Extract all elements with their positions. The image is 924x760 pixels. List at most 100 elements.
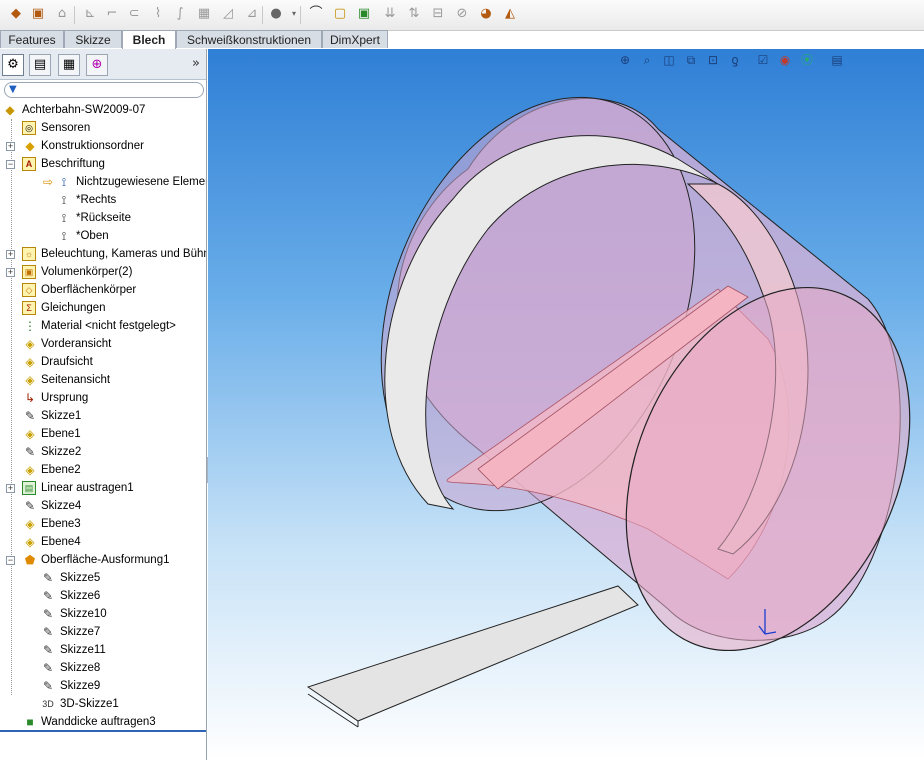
tree-item-label: Skizze6: [60, 590, 101, 602]
tree-item-skizze4[interactable]: ✎ Skizze4: [0, 497, 206, 515]
graphics-area[interactable]: ⊕ ⌕ ◫ ⧉ ⊡ ƍ ☑ ◉ ⦿ ▤: [208, 49, 924, 760]
simple-hole-icon[interactable]: ◕: [478, 6, 494, 22]
tree-item-ebene2[interactable]: ◈ Ebene2: [0, 461, 206, 479]
expand-plus-icon[interactable]: +: [6, 142, 15, 151]
tree-item-skizze10[interactable]: ✎ Skizze10: [0, 605, 206, 623]
tree-item-label: Wanddicke auftragen3: [41, 716, 156, 728]
expand-chevron-icon[interactable]: »: [192, 56, 200, 71]
plane-icon: ◈: [25, 337, 35, 351]
tree-item-ebene1[interactable]: ◈ Ebene1: [0, 425, 206, 443]
cross-break-icon[interactable]: ▦: [196, 6, 212, 22]
tree-item-root[interactable]: ◆ Achterbahn-SW2009-07: [0, 101, 206, 119]
tree-item-rechts[interactable]: ⟟ *Rechts: [0, 191, 206, 209]
tree-item-ebene4[interactable]: ◈ Ebene4: [0, 533, 206, 551]
tree-item-beleuchtung[interactable]: + ☼ Beleuchtung, Kameras und Bühne: [0, 245, 206, 263]
tree-item-3d-skizze1[interactable]: 3D 3D-Skizze1: [0, 695, 206, 713]
tree-item-skizze6[interactable]: ✎ Skizze6: [0, 587, 206, 605]
equations-icon: Σ: [22, 301, 36, 315]
tab-dimxpert[interactable]: DimXpert: [322, 30, 388, 48]
convert-icon[interactable]: ⌂: [54, 6, 70, 22]
annotation-view-icon: ⟟: [61, 229, 67, 243]
miter-flange-icon[interactable]: ⌐: [104, 6, 120, 22]
plane-icon: ◈: [25, 355, 35, 369]
vent-icon[interactable]: ◭: [502, 6, 518, 22]
tree-item-sensoren[interactable]: ◎ Sensoren: [0, 119, 206, 137]
sheet-metal-toolbar: ◆ ▣ ⌂ ⊾ ⌐ ⊂ ⌇ ∫ ▦ ◿ ⊿ ● ▾ ⌒ ▢ ▣ ⇊ ⇅ ⊟ ⊘ …: [0, 0, 924, 31]
tree-item-label: Skizze4: [41, 500, 82, 512]
solid-bodies-icon: ▣: [22, 265, 36, 279]
tree-item-volumenkoerper[interactable]: + ▣ Volumenkörper(2): [0, 263, 206, 281]
featuremanager-tab-icon[interactable]: ⚙: [2, 54, 24, 76]
tree-item-gleichungen[interactable]: Σ Gleichungen: [0, 299, 206, 317]
tree-item-seitenansicht[interactable]: ◈ Seitenansicht: [0, 371, 206, 389]
dimxpertmanager-tab-icon[interactable]: ⊕: [86, 54, 108, 76]
expand-plus-icon[interactable]: +: [6, 250, 15, 259]
edge-flange-icon[interactable]: ⊾: [82, 6, 98, 22]
tree-item-skizze2[interactable]: ✎ Skizze2: [0, 443, 206, 461]
tree-filter-input[interactable]: ▼: [4, 82, 204, 98]
tree-item-wanddicke-auftragen3[interactable]: ■ Wanddicke auftragen3: [0, 713, 206, 731]
expand-plus-icon[interactable]: +: [6, 484, 15, 493]
configurationmanager-tab-icon[interactable]: ▦: [58, 54, 80, 76]
propertymanager-tab-icon[interactable]: ▤: [29, 54, 51, 76]
welded-corner-icon[interactable]: ⊿: [244, 6, 260, 22]
tree-item-rueckseite[interactable]: ⟟ *Rückseite: [0, 209, 206, 227]
feature-tree: ◆ Achterbahn-SW2009-07 ◎ Sensoren + ◆ Ko…: [0, 101, 206, 731]
expand-plus-icon[interactable]: +: [6, 268, 15, 277]
sketch-icon: ✎: [42, 589, 54, 603]
collapse-minus-icon[interactable]: −: [6, 556, 15, 565]
tree-item-linear-austragen1[interactable]: + ▤ Linear austragen1: [0, 479, 206, 497]
base-flange-icon[interactable]: ▣: [30, 6, 46, 22]
tree-item-label: Skizze8: [60, 662, 101, 674]
thicken-icon: ■: [26, 715, 34, 729]
tree-item-label: Skizze5: [60, 572, 101, 584]
collapse-minus-icon[interactable]: −: [6, 160, 15, 169]
tree-item-skizze1[interactable]: ✎ Skizze1: [0, 407, 206, 425]
no-bends-icon[interactable]: ⇊: [382, 6, 398, 22]
sketched-bend-icon[interactable]: ∫: [172, 6, 188, 22]
insert-bends-icon[interactable]: ⇅: [406, 6, 422, 22]
forming-tool-icon[interactable]: ●: [268, 6, 284, 22]
tree-item-ebene3[interactable]: ◈ Ebene3: [0, 515, 206, 533]
tab-skizze[interactable]: Skizze: [64, 30, 122, 48]
sketch-icon: ✎: [42, 679, 54, 693]
tab-schweisskonstruktionen[interactable]: Schweißkonstruktionen: [176, 30, 322, 48]
tree-item-skizze9[interactable]: ✎ Skizze9: [0, 677, 206, 695]
unfold-icon[interactable]: ⌒: [308, 6, 324, 22]
tree-item-skizze7[interactable]: ✎ Skizze7: [0, 623, 206, 641]
panel-tabs: ⚙ ▤ ▦ ⊕ »: [0, 49, 206, 80]
tree-item-label: Beschriftung: [41, 158, 105, 170]
tree-item-oberflaechenkoerper[interactable]: ◇ Oberflächenkörper: [0, 281, 206, 299]
tree-item-label: Oberflächenkörper: [41, 284, 137, 296]
tree-item-material[interactable]: ⋮ Material <nicht festgelegt>: [0, 317, 206, 335]
closed-corner-icon[interactable]: ◿: [220, 6, 236, 22]
extruded-cut-icon[interactable]: ⊘: [454, 6, 470, 22]
tree-item-oben[interactable]: ⟟ *Oben: [0, 227, 206, 245]
tree-item-ursprung[interactable]: ↳ Ursprung: [0, 389, 206, 407]
jog-icon[interactable]: ⌇: [150, 6, 166, 22]
fold-icon[interactable]: ▢: [332, 6, 348, 22]
tree-item-draufsicht[interactable]: ◈ Draufsicht: [0, 353, 206, 371]
tree-item-skizze5[interactable]: ✎ Skizze5: [0, 569, 206, 587]
arrow-right-icon: ⇨: [42, 175, 54, 189]
tree-item-label: Draufsicht: [41, 356, 93, 368]
tree-item-label: *Rechts: [76, 194, 117, 206]
toolbar-separator: [74, 6, 75, 24]
tab-features[interactable]: Features: [0, 30, 64, 48]
hem-icon[interactable]: ⊂: [126, 6, 142, 22]
tab-blech[interactable]: Blech: [122, 30, 176, 49]
plane-icon: ◈: [25, 463, 35, 477]
tree-item-label: Volumenkörper(2): [41, 266, 133, 278]
tree-item-beschriftung[interactable]: − A Beschriftung: [0, 155, 206, 173]
tree-item-konstruktionsordner[interactable]: + ◆ Konstruktionsordner: [0, 137, 206, 155]
tree-item-skizze11[interactable]: ✎ Skizze11: [0, 641, 206, 659]
flatten-icon[interactable]: ▣: [356, 6, 372, 22]
tree-item-label: Skizze11: [60, 644, 106, 656]
tree-item-nichtzugewiesene-elemente[interactable]: ⇨ ⟟ Nichtzugewiesene Elemente: [0, 173, 206, 191]
rip-icon[interactable]: ⊟: [430, 6, 446, 22]
tree-item-vorderansicht[interactable]: ◈ Vorderansicht: [0, 335, 206, 353]
sheet-metal-icon[interactable]: ◆: [8, 6, 24, 22]
tree-item-skizze8[interactable]: ✎ Skizze8: [0, 659, 206, 677]
tree-item-oberflaeche-ausformung1[interactable]: − ⬟ Oberfläche-Ausformung1: [0, 551, 206, 569]
rollback-bar[interactable]: [0, 730, 206, 732]
